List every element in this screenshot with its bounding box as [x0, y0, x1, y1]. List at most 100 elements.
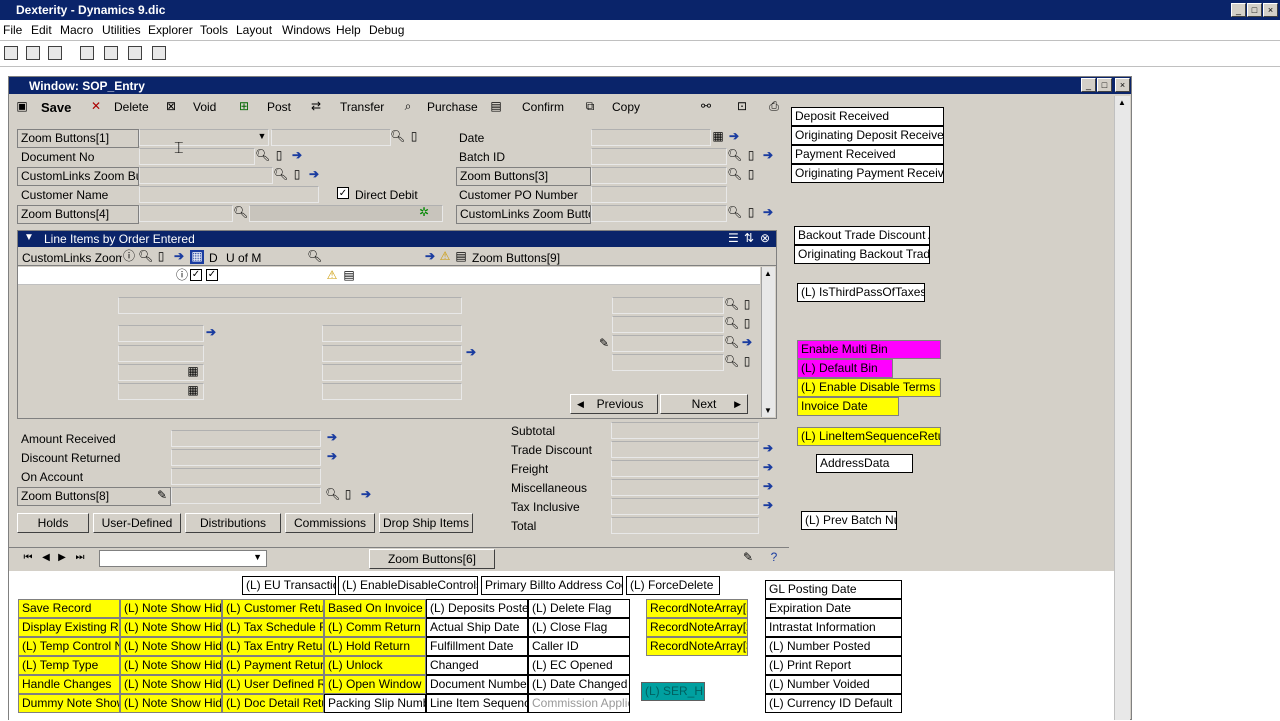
- line-field-c[interactable]: [322, 345, 462, 362]
- enable-multi-bin-field[interactable]: Enable Multi Bin: [797, 340, 941, 359]
- delete-button[interactable]: Delete: [114, 100, 149, 114]
- chevron-down-icon[interactable]: ▼: [255, 130, 269, 144]
- menu-debug[interactable]: Debug: [369, 23, 404, 37]
- zoom-buttons-4-label[interactable]: Zoom Buttons[4]: [17, 205, 139, 224]
- record-note-array-3-field[interactable]: RecordNoteArray[3]: [646, 637, 748, 656]
- expand-up-icon[interactable]: ⊗: [760, 231, 770, 245]
- commission-applied-field[interactable]: Commission Applied: [528, 694, 630, 713]
- customer-po-field[interactable]: [591, 186, 727, 203]
- r2-lookup-icon[interactable]: 🔍︎: [724, 317, 739, 331]
- table-icon[interactable]: [104, 46, 118, 60]
- right-field-2[interactable]: [612, 316, 724, 333]
- enable-disable-controls-field[interactable]: (L) EnableDisableControls: [338, 576, 478, 595]
- maximize-button[interactable]: □: [1247, 3, 1262, 17]
- copy-button[interactable]: Copy: [612, 100, 640, 114]
- right-field-1[interactable]: [612, 297, 724, 314]
- print-report-field[interactable]: (L) Print Report: [765, 656, 902, 675]
- customer-lookup-icon[interactable]: 🔍︎: [273, 168, 288, 182]
- deposit-received-field[interactable]: Deposit Received: [791, 107, 944, 126]
- amount-received-expand-icon[interactable]: ➔: [325, 431, 339, 445]
- search-icon[interactable]: 🔍︎: [390, 130, 405, 144]
- network-icon[interactable]: ⚯: [699, 100, 713, 114]
- force-delete-field[interactable]: (L) ForceDelete: [626, 576, 720, 595]
- split-icon[interactable]: ⇅: [744, 231, 754, 245]
- batch-note-icon[interactable]: ▯: [744, 149, 758, 163]
- customlinks-zoom-label[interactable]: CustomLinks Zoom Butto: [17, 167, 139, 186]
- row-checkbox-1[interactable]: ✓: [190, 269, 202, 281]
- pencil-icon[interactable]: ✎: [597, 337, 611, 351]
- record-note-array-1-field[interactable]: RecordNoteArray[1]: [646, 599, 748, 618]
- record-note-array-2-field[interactable]: RecordNoteArray[2]: [646, 618, 748, 637]
- drop-ship-items-button[interactable]: Drop Ship Items: [379, 513, 473, 533]
- default-bin-field[interactable]: (L) Default Bin: [797, 359, 893, 378]
- menu-edit[interactable]: Edit: [31, 23, 52, 37]
- tax-entry-return-field[interactable]: (L) Tax Entry Return: [222, 637, 324, 656]
- confirm-button[interactable]: Confirm: [522, 100, 564, 114]
- menu-file[interactable]: File: [3, 23, 22, 37]
- holds-button[interactable]: Holds: [17, 513, 89, 533]
- line-field-e[interactable]: [322, 383, 462, 400]
- void-button[interactable]: Void: [193, 100, 216, 114]
- note-show-hide-4-field[interactable]: (L) Note Show Hide[4: [120, 656, 222, 675]
- originating-backout-trade-field[interactable]: Originating Backout Trade D: [794, 245, 930, 264]
- options-icon[interactable]: ⊡: [735, 100, 749, 114]
- menu-utilities[interactable]: Utilities: [102, 23, 141, 37]
- date-changed-field[interactable]: (L) Date Changed: [528, 675, 630, 694]
- commissions-button[interactable]: Commissions: [285, 513, 375, 533]
- close-button[interactable]: ×: [1263, 3, 1278, 17]
- line-field-b[interactable]: [322, 325, 462, 342]
- trade-discount-expand-icon[interactable]: ➔: [761, 442, 775, 456]
- r2-note-icon[interactable]: ▯: [740, 317, 754, 331]
- tax-schedule-return-field[interactable]: (L) Tax Schedule Re: [222, 618, 324, 637]
- customlinks2-lookup-icon[interactable]: 🔍︎: [727, 206, 742, 220]
- deposits-posted-field[interactable]: (L) Deposits Posted: [426, 599, 528, 618]
- ser-hd-field[interactable]: (L) SER_HD: [641, 682, 705, 701]
- primary-billto-address-field[interactable]: Primary Billto Address Code: [481, 576, 623, 595]
- unlock-field[interactable]: (L) Unlock: [324, 656, 426, 675]
- zoom8-note-icon[interactable]: ▯: [341, 488, 355, 502]
- batch-id-field[interactable]: [591, 148, 727, 165]
- site-expand-icon[interactable]: ➔: [204, 326, 218, 340]
- notes-icon[interactable]: ✎: [741, 551, 755, 565]
- freight-field[interactable]: [611, 460, 759, 477]
- batch-lookup-icon[interactable]: 🔍︎: [727, 149, 742, 163]
- help-icon[interactable]: ?: [767, 551, 781, 565]
- open-window-field[interactable]: (L) Open Window: [324, 675, 426, 694]
- dummy-note-show-field[interactable]: Dummy Note Show H: [18, 694, 120, 713]
- row-checkbox-2[interactable]: ✓: [206, 269, 218, 281]
- minimize-button[interactable]: _: [1231, 3, 1246, 17]
- zoom4-description-field[interactable]: [249, 205, 443, 222]
- line-item-sequence-field[interactable]: Line Item Sequence: [426, 694, 528, 713]
- temp-control-num-field[interactable]: (L) Temp Control Nun: [18, 637, 120, 656]
- window-vertical-scrollbar[interactable]: ▲: [1114, 96, 1130, 720]
- line-items-scrollbar[interactable]: ▲ ▼: [761, 267, 775, 417]
- customlinks2-expand-icon[interactable]: ➔: [761, 206, 775, 220]
- menu-macro[interactable]: Macro: [60, 23, 93, 37]
- r3-lookup-icon[interactable]: 🔍︎: [724, 336, 739, 350]
- green-settings-icon[interactable]: ✲: [417, 206, 431, 220]
- sort-icon[interactable]: ☰: [728, 231, 739, 245]
- menu-explorer[interactable]: Explorer: [148, 23, 193, 37]
- customer-return-field[interactable]: (L) Customer Return: [222, 599, 324, 618]
- browse-dropdown[interactable]: ▼: [99, 550, 267, 567]
- invoice-date-field[interactable]: Invoice Date: [797, 397, 899, 416]
- form-icon[interactable]: [80, 46, 94, 60]
- comm-return-field[interactable]: (L) Comm Return: [324, 618, 426, 637]
- doc-detail-return-field[interactable]: (L) Doc Detail Return: [222, 694, 324, 713]
- r1-note-icon[interactable]: ▯: [740, 298, 754, 312]
- document-lookup-icon[interactable]: 🔍︎: [255, 149, 270, 163]
- document-no-field[interactable]: [139, 148, 255, 165]
- miscellaneous-expand-icon[interactable]: ➔: [761, 480, 775, 494]
- number-posted-field[interactable]: (L) Number Posted: [765, 637, 902, 656]
- originating-payment-received-field[interactable]: Originating Payment Received: [791, 164, 944, 183]
- amount-received-field[interactable]: [171, 430, 321, 447]
- next-button[interactable]: Next ▶: [660, 394, 748, 414]
- zoom8-lookup-icon[interactable]: 🔍︎: [325, 488, 340, 502]
- zoom8-expand-icon[interactable]: ➔: [359, 488, 373, 502]
- last-record-icon[interactable]: ⏭: [73, 551, 87, 565]
- browse-chevron-icon[interactable]: ▼: [253, 552, 262, 562]
- line-field-d[interactable]: [322, 364, 462, 381]
- actual-ship-date-field[interactable]: Actual Ship Date: [426, 618, 528, 637]
- on-account-field[interactable]: [171, 468, 321, 485]
- date1-calendar-icon[interactable]: ▦: [186, 365, 200, 379]
